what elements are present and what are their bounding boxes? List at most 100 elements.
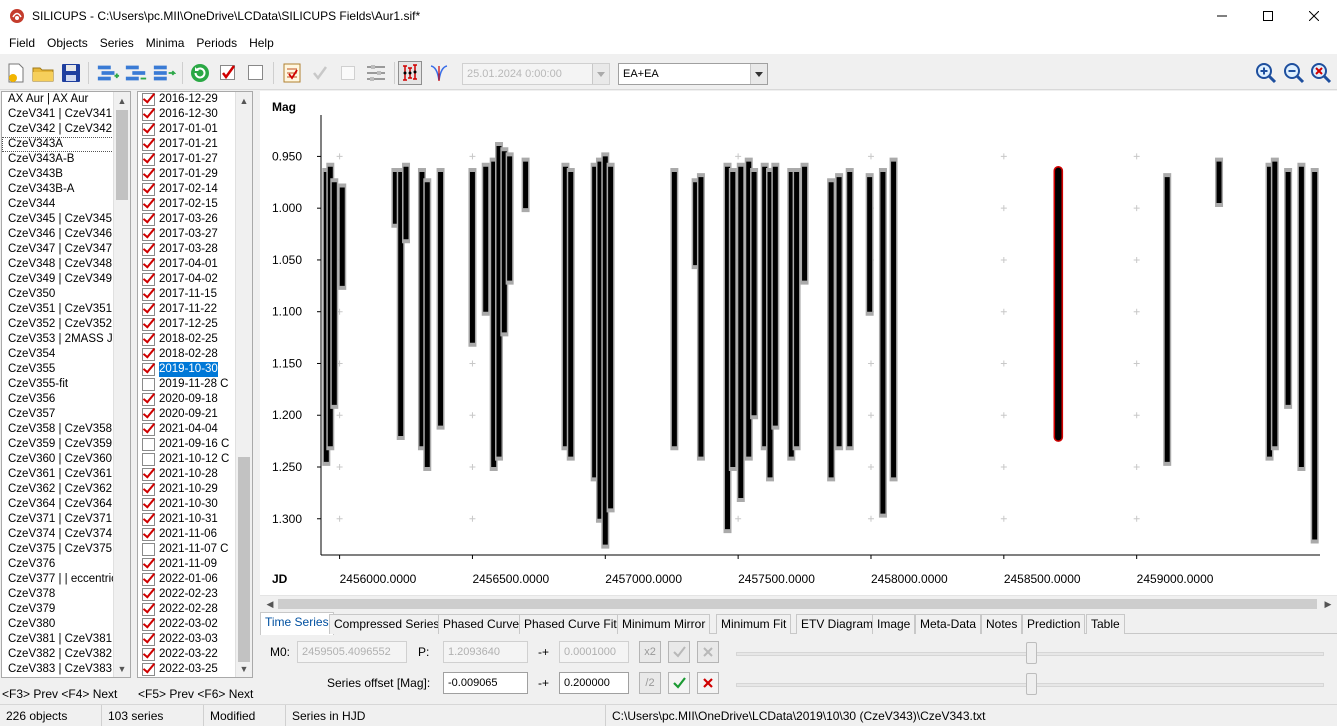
- apply-offset-button[interactable]: [668, 672, 690, 694]
- objects-scrollbar[interactable]: ▲ ▼: [113, 92, 130, 677]
- series-checkbox[interactable]: [142, 363, 155, 376]
- tab-prediction[interactable]: Prediction: [1022, 614, 1086, 634]
- object-list-item[interactable]: CzeV354: [2, 347, 130, 362]
- object-list-item[interactable]: CzeV343B: [2, 167, 130, 182]
- series-checkbox[interactable]: [142, 543, 155, 556]
- object-list-item[interactable]: CzeV362 | CzeV362: [2, 482, 130, 497]
- show-fit-button[interactable]: [427, 61, 451, 85]
- tab-minimum-fit[interactable]: Minimum Fit: [716, 614, 792, 634]
- series-checkbox[interactable]: [142, 348, 155, 361]
- object-list-item[interactable]: CzeV378: [2, 587, 130, 602]
- add-series-button[interactable]: [124, 61, 148, 85]
- series-checkbox[interactable]: [142, 618, 155, 631]
- zoom-in-button[interactable]: [1254, 61, 1278, 85]
- series-checkbox[interactable]: [142, 663, 155, 676]
- object-list-item[interactable]: CzeV342 | CzeV342: [2, 122, 130, 137]
- menu-periods[interactable]: Periods: [190, 32, 243, 54]
- series-checkbox[interactable]: [142, 288, 155, 301]
- tab-etv-diagram[interactable]: ETV Diagram: [796, 614, 879, 634]
- object-list-item[interactable]: CzeV355-fit: [2, 377, 130, 392]
- new-field-button[interactable]: [4, 61, 28, 85]
- scrollbar-thumb[interactable]: [278, 599, 1317, 609]
- series-list[interactable]: 2016-12-29 2016-12-30 2017-01-01 2017-01-21…: [137, 91, 253, 678]
- check-series-button[interactable]: [308, 61, 332, 85]
- highlighted-series-points[interactable]: [1053, 165, 1064, 442]
- object-list-item[interactable]: CzeV353 | 2MASS J05: [2, 332, 130, 347]
- apply-period-button[interactable]: [668, 641, 690, 663]
- object-list-item[interactable]: CzeV376: [2, 557, 130, 572]
- series-checkbox[interactable]: [142, 93, 155, 106]
- object-list-item[interactable]: CzeV351 | CzeV351: [2, 302, 130, 317]
- series-checkbox[interactable]: [142, 198, 155, 211]
- series-checkbox[interactable]: [142, 168, 155, 181]
- object-list-item[interactable]: CzeV341 | CzeV341: [2, 107, 130, 122]
- object-list-item[interactable]: CzeV361 | CzeV361: [2, 467, 130, 482]
- tab-compressed-series[interactable]: Compressed Series: [329, 614, 445, 634]
- series-checkbox[interactable]: [142, 453, 155, 466]
- scroll-down-icon[interactable]: ▼: [114, 660, 130, 677]
- menu-objects[interactable]: Objects: [41, 32, 94, 54]
- object-list-item[interactable]: CzeV379: [2, 602, 130, 617]
- cancel-offset-button[interactable]: [697, 672, 719, 694]
- save-field-button[interactable]: [59, 61, 83, 85]
- object-list-item[interactable]: CzeV345 | CzeV345: [2, 212, 130, 227]
- series-checkbox[interactable]: [142, 408, 155, 421]
- scroll-up-icon[interactable]: ▲: [236, 92, 252, 109]
- series-checkbox[interactable]: [142, 318, 155, 331]
- menu-minima[interactable]: Minima: [140, 32, 191, 54]
- check-all-button[interactable]: [216, 61, 240, 85]
- offset-step-input[interactable]: 0.200000: [559, 672, 629, 694]
- object-list-item[interactable]: CzeV356: [2, 392, 130, 407]
- scroll-left-icon[interactable]: ◀: [262, 596, 278, 613]
- series-checkbox[interactable]: [142, 108, 155, 121]
- tab-notes[interactable]: Notes: [981, 614, 1023, 634]
- object-list-item[interactable]: CzeV349 | CzeV349: [2, 272, 130, 287]
- close-button[interactable]: [1291, 0, 1337, 32]
- object-list-item[interactable]: CzeV357: [2, 407, 130, 422]
- scroll-right-icon[interactable]: ▶: [1320, 596, 1336, 613]
- object-list-item[interactable]: CzeV343A-B: [2, 152, 130, 167]
- series-checkbox[interactable]: [142, 393, 155, 406]
- series-checkbox[interactable]: [142, 483, 155, 496]
- object-list-item[interactable]: CzeV348 | CzeV348: [2, 257, 130, 272]
- object-list-item[interactable]: CzeV344: [2, 197, 130, 212]
- uncheck-series-button[interactable]: [336, 61, 360, 85]
- series-scrollbar[interactable]: ▲ ▼: [235, 92, 252, 677]
- cancel-period-button[interactable]: [697, 641, 719, 663]
- object-list-item[interactable]: CzeV382 | CzeV382: [2, 647, 130, 662]
- add-object-button[interactable]: [96, 61, 120, 85]
- series-checkbox[interactable]: [142, 648, 155, 661]
- series-offset-input[interactable]: -0.009065: [443, 672, 528, 694]
- series-checkbox[interactable]: [142, 273, 155, 286]
- series-checkbox[interactable]: [142, 528, 155, 541]
- move-series-button[interactable]: [152, 61, 176, 85]
- object-list-item[interactable]: CzeV347 | CzeV347: [2, 242, 130, 257]
- object-list-item[interactable]: CzeV371 | CzeV371: [2, 512, 130, 527]
- menu-field[interactable]: Field: [3, 32, 41, 54]
- series-checkbox[interactable]: [142, 333, 155, 346]
- object-list-item[interactable]: CzeV383 | CzeV383: [2, 662, 130, 677]
- show-errorbars-button[interactable]: [398, 61, 422, 85]
- series-checkbox[interactable]: [142, 243, 155, 256]
- open-field-button[interactable]: [31, 61, 55, 85]
- series-checkbox[interactable]: [142, 573, 155, 586]
- zoom-reset-button[interactable]: [1309, 61, 1333, 85]
- series-checkbox[interactable]: [142, 558, 155, 571]
- tab-time-series[interactable]: Time Series: [260, 612, 334, 635]
- settings-sliders-button[interactable]: [364, 61, 388, 85]
- maximize-button[interactable]: [1245, 0, 1291, 32]
- object-list-item[interactable]: CzeV352 | CzeV352: [2, 317, 130, 332]
- period-slider-thumb[interactable]: [1026, 642, 1037, 664]
- series-checkbox[interactable]: [142, 153, 155, 166]
- tab-table[interactable]: Table: [1086, 614, 1125, 634]
- series-checkbox[interactable]: [142, 513, 155, 526]
- series-checkbox[interactable]: [142, 468, 155, 481]
- tab-phased-curve[interactable]: Phased Curve: [438, 614, 525, 634]
- m0-input[interactable]: 2459505.4096552: [297, 641, 407, 663]
- offset-slider-thumb[interactable]: [1026, 673, 1037, 695]
- check-list-button[interactable]: [280, 61, 304, 85]
- minimize-button[interactable]: [1199, 0, 1245, 32]
- object-list-item[interactable]: CzeV360 | CzeV360: [2, 452, 130, 467]
- object-list-item[interactable]: CzeV377 | | eccentric: [2, 572, 130, 587]
- zoom-out-button[interactable]: [1282, 61, 1306, 85]
